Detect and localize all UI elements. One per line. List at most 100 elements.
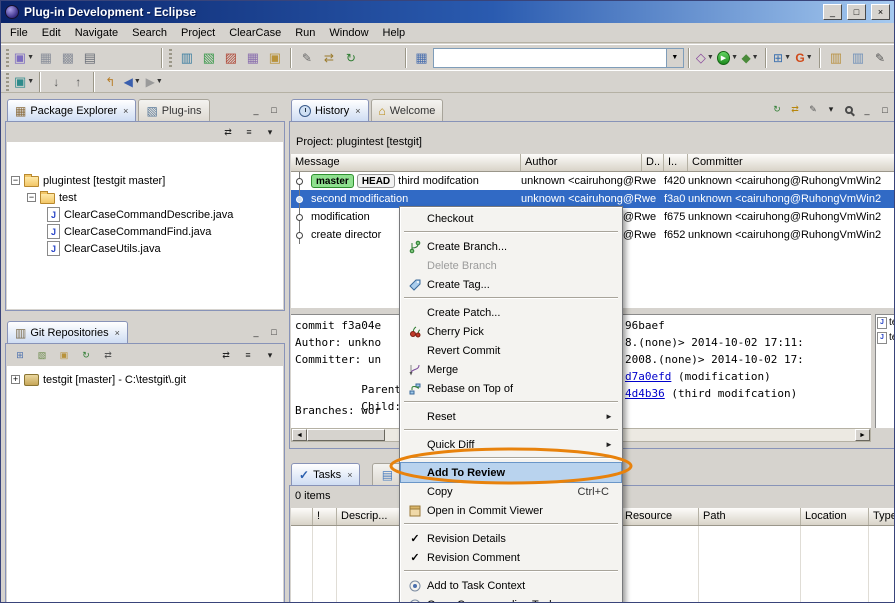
menu-window[interactable]: Window: [322, 24, 375, 42]
column-header-committer[interactable]: Committer: [688, 154, 894, 171]
menu-item-reset[interactable]: Reset►: [401, 407, 621, 426]
column-header-complete[interactable]: [291, 508, 313, 525]
annotate-button[interactable]: ✎: [296, 47, 318, 69]
collapse-toggle-icon[interactable]: −: [11, 176, 20, 185]
column-header-id[interactable]: I..: [664, 154, 688, 171]
collapse-all-button[interactable]: ≡: [240, 348, 256, 363]
save-button[interactable]: ▦: [35, 47, 57, 69]
forward-button[interactable]: ▶▼: [143, 71, 165, 93]
view-menu-button[interactable]: ▾: [823, 102, 839, 117]
restore-button[interactable]: □: [847, 4, 866, 20]
tab-welcome[interactable]: ⌂ Welcome: [371, 99, 444, 121]
debug-button[interactable]: ◆▼: [739, 47, 761, 69]
collapse-all-button[interactable]: ≡: [241, 125, 257, 140]
column-header-resource[interactable]: Resource: [621, 508, 699, 525]
menu-item-create-branch[interactable]: Create Branch...: [401, 237, 621, 256]
changed-file-item[interactable]: Jtes: [876, 330, 895, 345]
external-tools-button[interactable]: ◇▼: [694, 47, 716, 69]
toolbar-grip[interactable]: [169, 49, 172, 67]
minimize-button[interactable]: _: [823, 4, 842, 20]
tree-item-repository[interactable]: + testgit [master] - C:\testgit\.git: [7, 371, 283, 388]
maximize-view-button[interactable]: □: [877, 102, 893, 117]
menu-item-open-corresponding-task[interactable]: Open Corresponding Task: [401, 595, 621, 603]
library2-button[interactable]: ▥: [847, 47, 869, 69]
scroll-right-arrow[interactable]: ►: [855, 429, 870, 441]
back-button[interactable]: ◀▼: [121, 71, 143, 93]
menu-item-add-to-review[interactable]: Add To Review: [401, 463, 621, 482]
menu-search[interactable]: Search: [125, 24, 174, 42]
menu-item-revert-commit[interactable]: Revert Commit: [401, 341, 621, 360]
search-button[interactable]: [841, 102, 857, 117]
menu-edit[interactable]: Edit: [35, 24, 68, 42]
menu-navigate[interactable]: Navigate: [68, 24, 125, 42]
refresh-button[interactable]: ↻: [340, 47, 362, 69]
tab-package-explorer[interactable]: ▦ Package Explorer ×: [7, 99, 136, 121]
clearcase-undo-checkout-button[interactable]: ▦: [242, 47, 264, 69]
library-button[interactable]: ▥: [825, 47, 847, 69]
child-commit-link[interactable]: 4d4b36: [625, 387, 665, 400]
combo-input[interactable]: [434, 49, 666, 67]
clearcase-checkin-button[interactable]: ▧: [198, 47, 220, 69]
menu-item-merge[interactable]: Merge: [401, 360, 621, 379]
tab-problems[interactable]: ▤: [372, 463, 402, 485]
menu-item-revision-comment[interactable]: ✓Revision Comment: [401, 548, 621, 567]
combo-dropdown-button[interactable]: ▼: [666, 49, 683, 67]
minimize-view-button[interactable]: _: [248, 324, 264, 339]
view-menu-button[interactable]: ▾: [262, 348, 278, 363]
compare-button[interactable]: ⇄: [318, 47, 340, 69]
tab-history[interactable]: History ×: [291, 99, 369, 121]
view-selector-button[interactable]: ▦: [411, 47, 433, 69]
column-header-author[interactable]: Author: [521, 154, 642, 171]
clearcase-find-checkouts-button[interactable]: ▣: [264, 47, 286, 69]
git-button[interactable]: G▼: [793, 47, 815, 69]
tab-close-icon[interactable]: ×: [355, 106, 360, 116]
menu-item-quick-diff[interactable]: Quick Diff►: [401, 435, 621, 454]
hierarchy-toggle-button[interactable]: ⇄: [100, 348, 116, 363]
clearcase-update-button[interactable]: ▥: [176, 47, 198, 69]
close-button[interactable]: ×: [871, 4, 890, 20]
column-header-path[interactable]: Path: [699, 508, 801, 525]
refresh-button[interactable]: ↻: [769, 102, 785, 117]
menu-item-copy[interactable]: CopyCtrl+C: [401, 482, 621, 501]
junit-button[interactable]: ⊞▼: [771, 47, 793, 69]
clearcase-checkout-button[interactable]: ▨: [220, 47, 242, 69]
menu-file[interactable]: File: [3, 24, 35, 42]
last-edit-location-button[interactable]: ↰: [99, 71, 121, 93]
next-annotation-button[interactable]: ↓: [45, 71, 67, 93]
menu-clearcase[interactable]: ClearCase: [222, 24, 288, 42]
maximize-view-button[interactable]: □: [266, 102, 282, 117]
changed-file-item[interactable]: Jtes: [876, 315, 895, 330]
filter-button[interactable]: ✎: [805, 102, 821, 117]
minimize-view-button[interactable]: _: [248, 102, 264, 117]
tree-item-file[interactable]: J ClearCaseCommandFind.java: [7, 223, 283, 240]
tab-git-repositories[interactable]: ▥ Git Repositories ×: [7, 321, 128, 343]
tree-item-folder[interactable]: − test: [7, 189, 283, 206]
print-button[interactable]: ▤: [79, 47, 101, 69]
column-header-location[interactable]: Location: [801, 508, 869, 525]
toolbar-grip[interactable]: [6, 49, 9, 67]
minimize-view-button[interactable]: _: [859, 102, 875, 117]
menu-help[interactable]: Help: [376, 24, 413, 42]
column-header-type[interactable]: Type: [869, 508, 894, 525]
edit-button[interactable]: ✎: [869, 47, 891, 69]
menu-item-create-patch[interactable]: Create Patch...: [401, 303, 621, 322]
clone-repository-button[interactable]: ▧: [34, 348, 50, 363]
menu-project[interactable]: Project: [174, 24, 222, 42]
tab-close-icon[interactable]: ×: [123, 106, 128, 116]
tree-item-project[interactable]: − plugintest [testgit master]: [7, 172, 283, 189]
link-with-editor-button[interactable]: ⇄: [220, 125, 236, 140]
tab-tasks[interactable]: ✓ Tasks ×: [291, 463, 360, 485]
scrollbar-thumb[interactable]: [307, 429, 385, 441]
menu-item-checkout[interactable]: Checkout: [401, 209, 621, 228]
column-header-priority[interactable]: !: [313, 508, 337, 525]
maximize-view-button[interactable]: □: [266, 324, 282, 339]
add-repository-button[interactable]: ⊞: [12, 348, 28, 363]
save-all-button[interactable]: ▩: [57, 47, 79, 69]
table-row[interactable]: master HEAD third modifcation unknown <c…: [291, 172, 894, 190]
menu-item-create-tag[interactable]: Create Tag...: [401, 275, 621, 294]
link-with-selection-button[interactable]: ⇄: [218, 348, 234, 363]
java-browsing-button[interactable]: ▣▼: [13, 71, 35, 93]
expand-toggle-icon[interactable]: +: [11, 375, 20, 384]
view-menu-button[interactable]: ▾: [262, 125, 278, 140]
create-repository-button[interactable]: ▣: [56, 348, 72, 363]
